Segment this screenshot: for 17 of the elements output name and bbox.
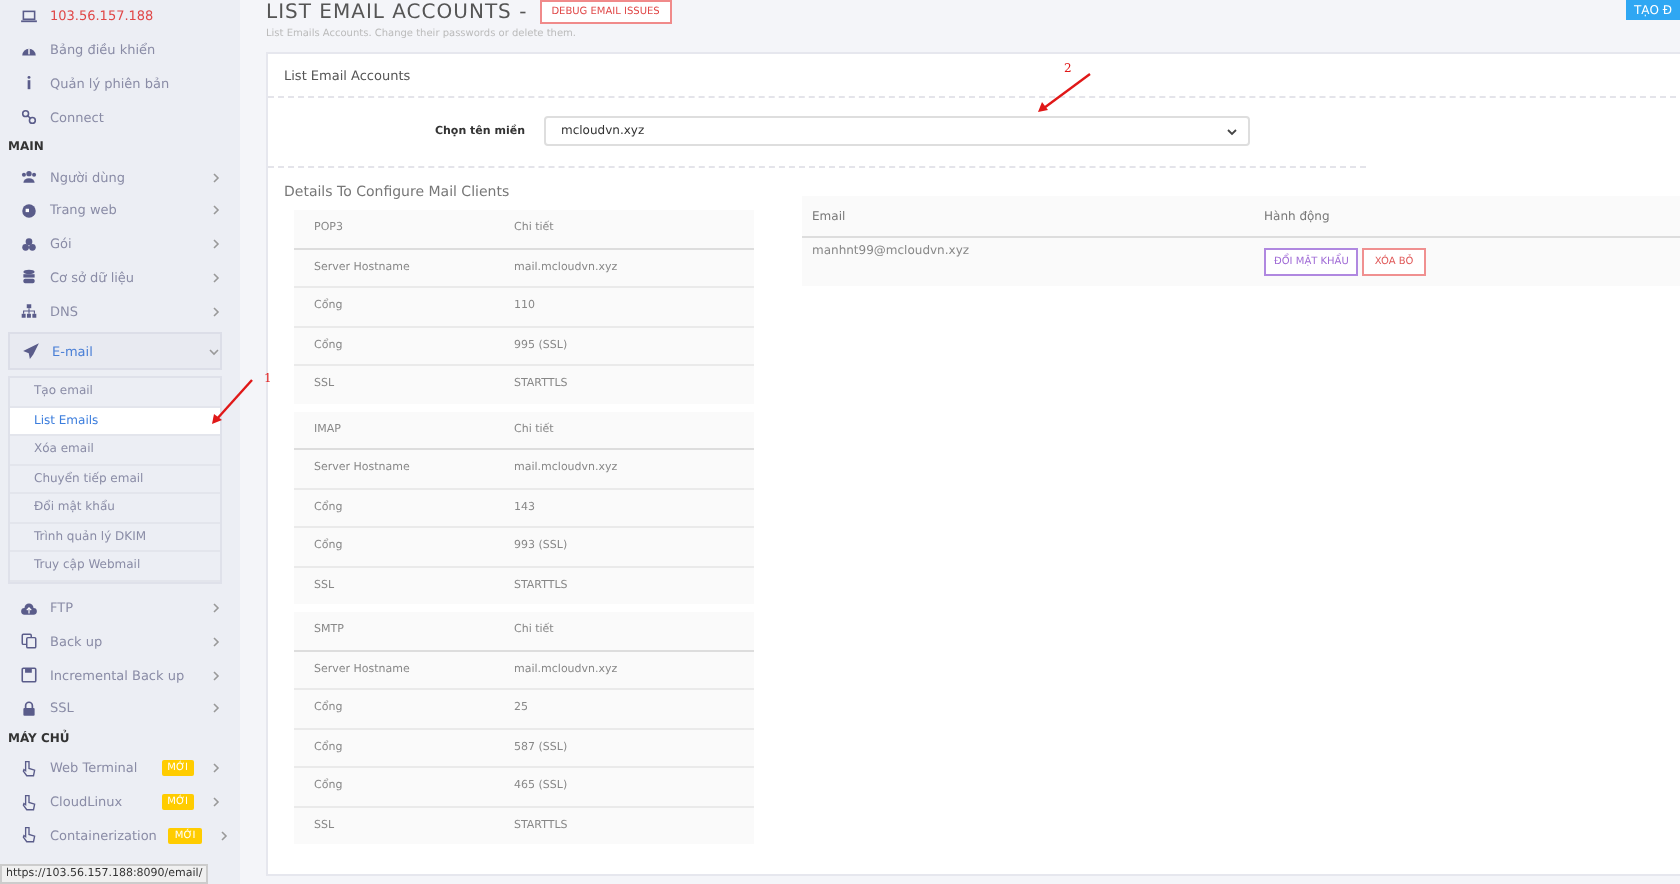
send-icon xyxy=(22,342,40,361)
copy-icon xyxy=(20,632,38,651)
page-title: LIST EMAIL ACCOUNTS - xyxy=(266,1,528,23)
annotation-arrow xyxy=(212,379,253,424)
network-icon xyxy=(20,302,38,321)
cloud-upload-icon xyxy=(20,599,38,618)
annotation-arrow xyxy=(1038,73,1091,112)
link-icon xyxy=(20,108,38,127)
package-icon xyxy=(20,235,38,254)
globe-icon xyxy=(20,201,38,220)
database-icon xyxy=(20,268,38,287)
laptop-icon xyxy=(20,7,38,26)
chevron-down-icon xyxy=(1225,125,1237,137)
lock-icon xyxy=(20,699,38,718)
users-icon xyxy=(20,168,38,187)
floppy-icon xyxy=(20,666,38,685)
chevron-down-icon xyxy=(208,345,220,358)
